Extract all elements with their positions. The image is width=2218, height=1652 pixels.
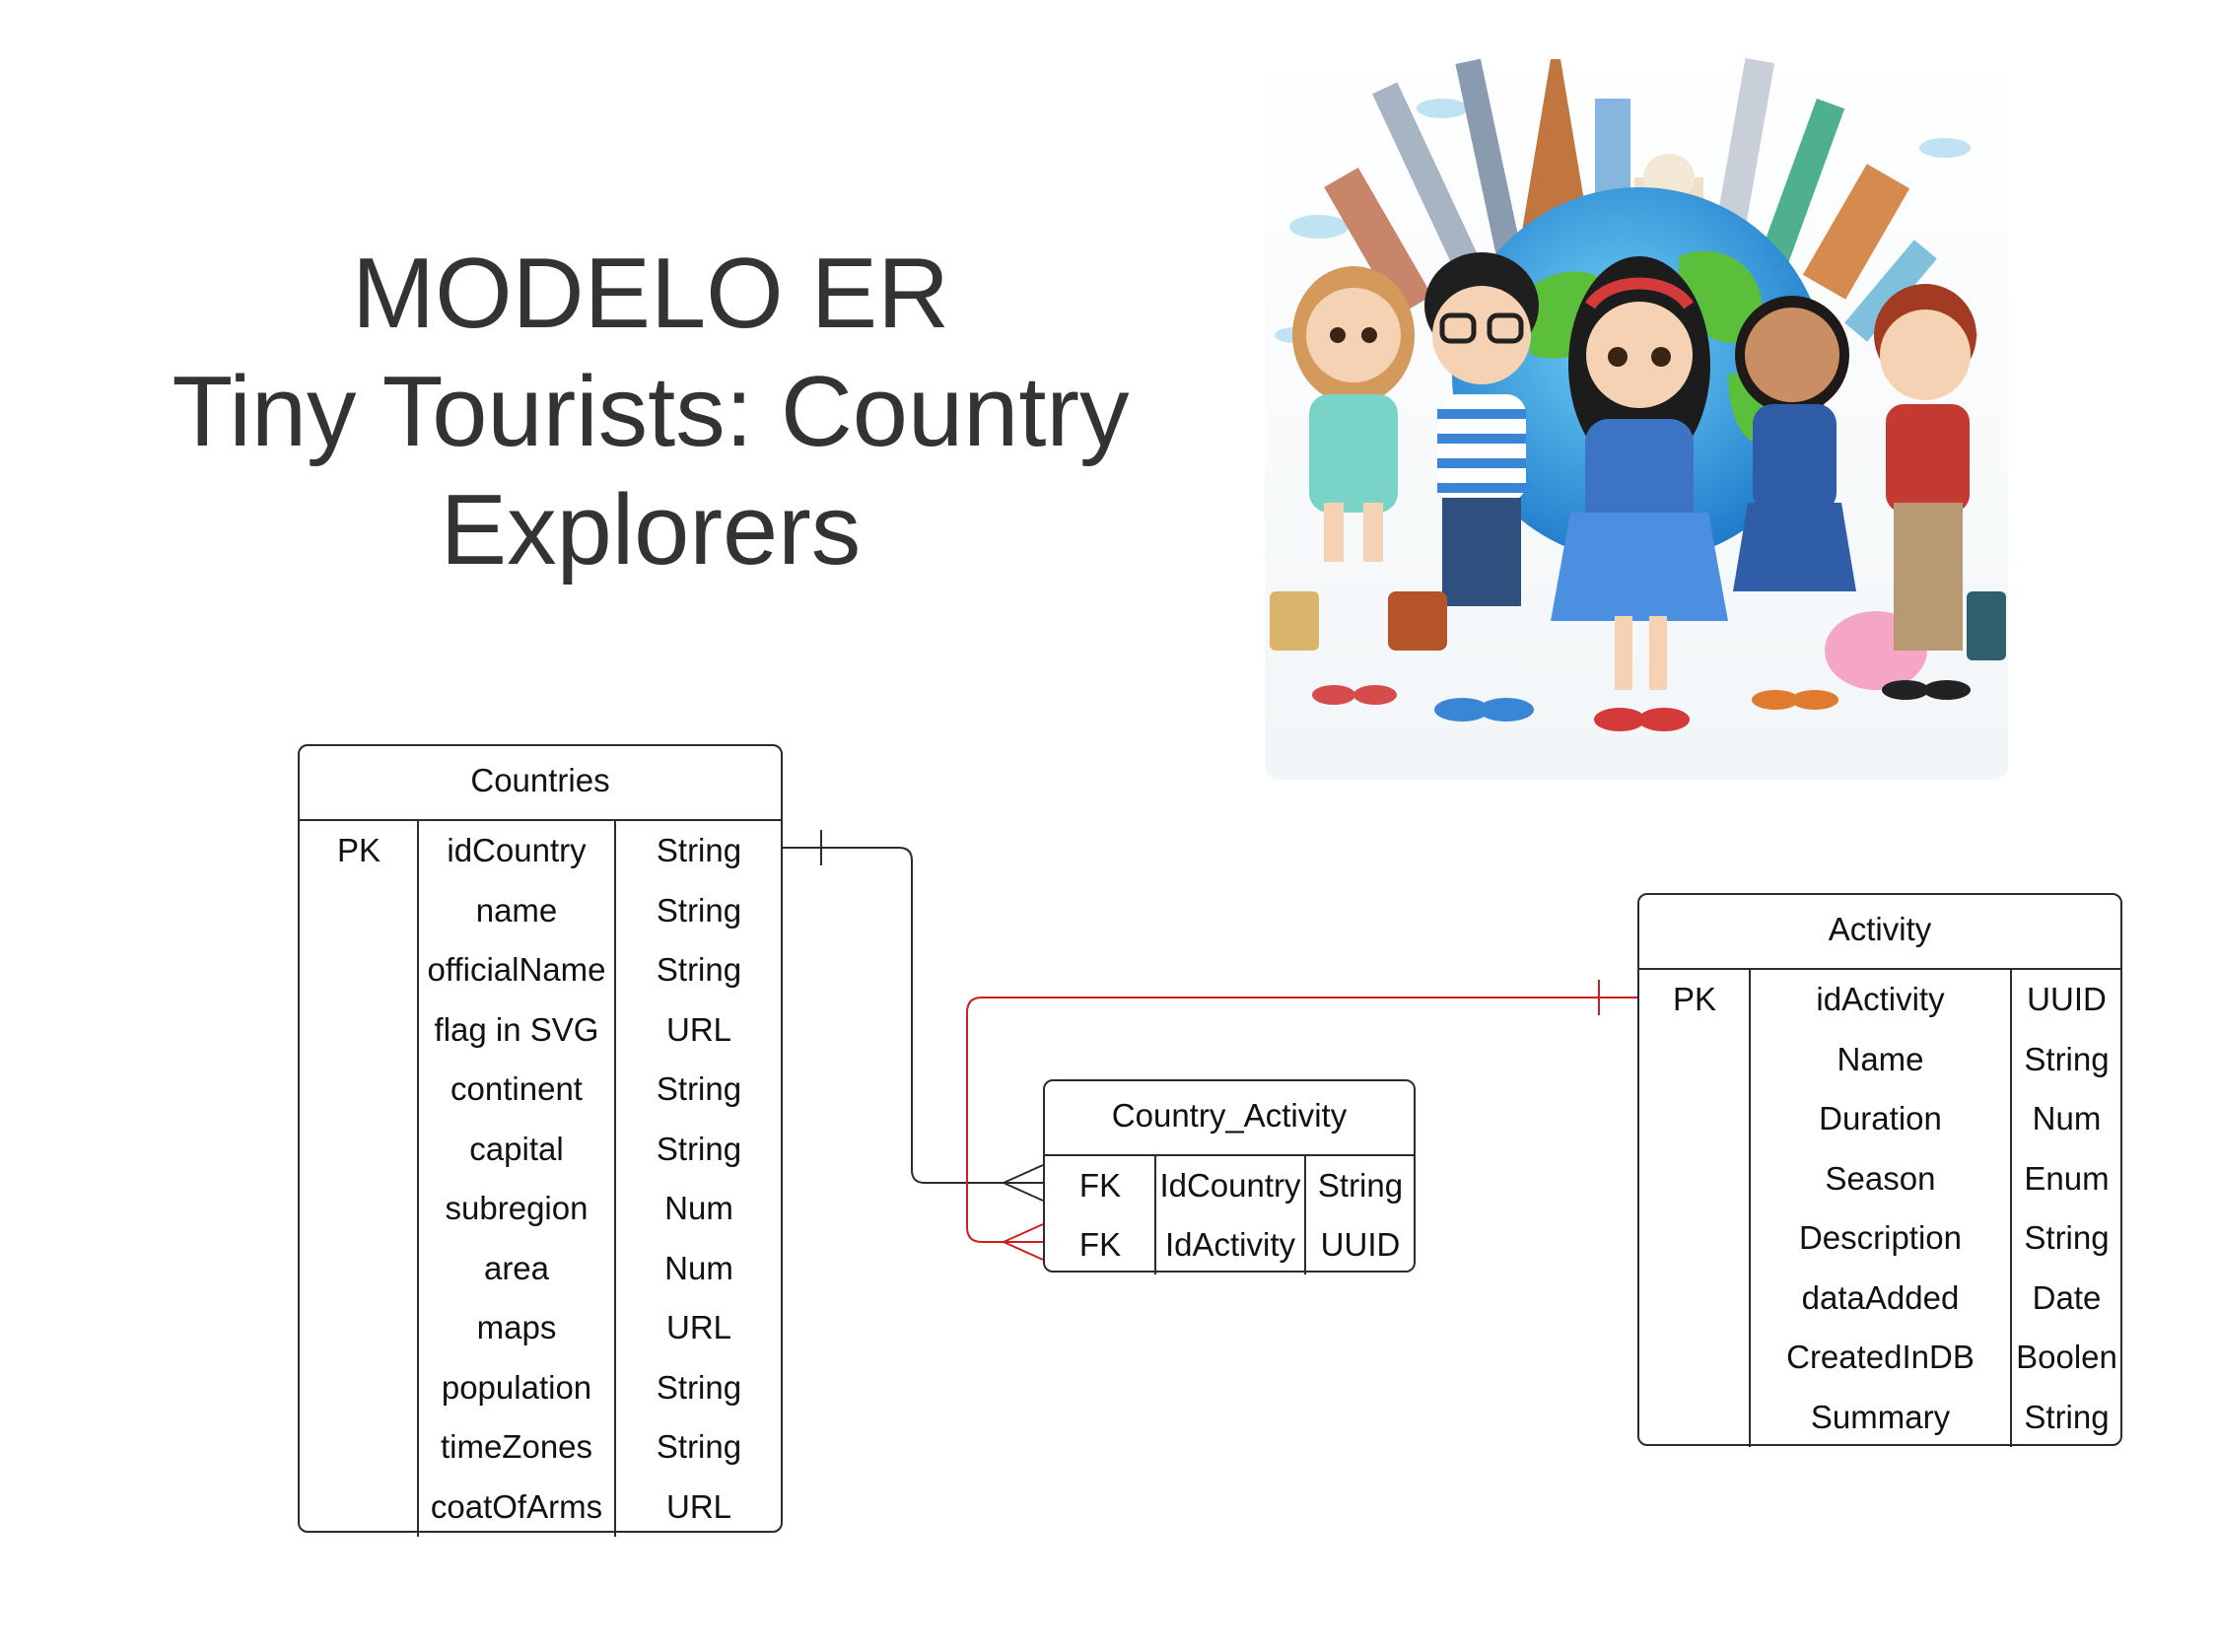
table-row: CreatedInDB Boolen <box>1639 1328 2120 1388</box>
table-row: coatOfArms URL <box>300 1478 781 1538</box>
table-row: flag in SVG URL <box>300 1000 781 1061</box>
field-cell: subregion <box>445 1190 589 1226</box>
type-cell: Boolen <box>2016 1339 2117 1375</box>
type-cell: String <box>656 1368 742 1406</box>
table-row: Name String <box>1639 1030 2120 1090</box>
field-cell: coatOfArms <box>430 1487 603 1525</box>
type-cell: URL <box>665 1010 732 1048</box>
field-cell: capital <box>469 1130 564 1167</box>
table-row: FK IdActivity UUID <box>1045 1215 1414 1274</box>
type-cell: String <box>656 832 742 868</box>
field-cell: continent <box>451 1070 583 1107</box>
field-cell: maps <box>476 1309 557 1345</box>
type-cell: Num <box>664 1249 733 1286</box>
table-countries-body: PK idCountry String name String official… <box>300 821 781 1537</box>
field-cell: Name <box>1837 1040 1924 1077</box>
table-row: timeZones String <box>300 1417 781 1478</box>
field-cell: flag in SVG <box>434 1010 599 1048</box>
type-cell: String <box>2024 1040 2110 1077</box>
table-row: FK IdCountry String <box>1045 1156 1414 1215</box>
table-country-activity-title: Country_Activity <box>1045 1081 1414 1156</box>
type-cell: URL <box>665 1309 732 1345</box>
type-cell: Num <box>2032 1100 2102 1136</box>
table-activity-body: PK idActivity UUID Name String Duration … <box>1639 970 2120 1447</box>
field-cell: IdActivity <box>1164 1226 1296 1263</box>
type-cell: String <box>656 1130 742 1167</box>
type-cell: String <box>2024 1398 2110 1435</box>
table-row: officialName String <box>300 940 781 1000</box>
relationship-country-to-country-activity <box>783 830 1044 1202</box>
table-row: dataAdded Date <box>1639 1269 2120 1329</box>
type-cell: String <box>656 951 742 988</box>
table-countries-title: Countries <box>300 746 781 821</box>
table-country-activity-body: FK IdCountry String FK IdActivity UUID <box>1045 1156 1414 1274</box>
type-cell: String <box>1317 1167 1404 1204</box>
table-row: area Num <box>300 1239 781 1299</box>
field-cell: officialName <box>427 951 606 988</box>
table-row: continent String <box>300 1060 781 1120</box>
table-row: PK idCountry String <box>300 821 781 881</box>
table-countries: Countries PK idCountry String name Strin… <box>298 744 783 1537</box>
field-cell: Summary <box>1810 1398 1951 1435</box>
field-cell: Season <box>1825 1159 1936 1197</box>
field-cell: idCountry <box>447 832 587 868</box>
type-cell: UUID <box>2027 981 2107 1017</box>
type-cell: Date <box>2032 1278 2102 1316</box>
table-activity: Activity PK idActivity UUID Name String … <box>1637 893 2122 1447</box>
table-row: name String <box>300 881 781 941</box>
type-cell: String <box>2024 1219 2110 1256</box>
field-cell: Description <box>1798 1219 1963 1256</box>
table-row: PK idActivity UUID <box>1639 970 2120 1030</box>
table-activity-title: Activity <box>1639 895 2120 970</box>
table-row: Description String <box>1639 1208 2120 1269</box>
field-cell: Duration <box>1819 1100 1942 1136</box>
table-row: Summary String <box>1639 1388 2120 1448</box>
field-cell: timeZones <box>440 1428 593 1465</box>
table-row: capital String <box>300 1120 781 1180</box>
field-cell: name <box>475 891 558 929</box>
type-cell: Num <box>664 1190 733 1226</box>
field-cell: area <box>483 1249 550 1286</box>
table-row: population String <box>300 1358 781 1418</box>
table-country-activity: Country_Activity FK IdCountry String FK … <box>1043 1079 1416 1274</box>
table-row: maps URL <box>300 1298 781 1358</box>
field-cell: dataAdded <box>1801 1278 1960 1316</box>
field-cell: CreatedInDB <box>1786 1339 1975 1375</box>
field-cell: population <box>441 1368 592 1406</box>
type-cell: UUID <box>1320 1226 1401 1263</box>
table-row: Duration Num <box>1639 1089 2120 1149</box>
key-cell: FK <box>1078 1226 1122 1263</box>
field-cell: IdCountry <box>1159 1167 1301 1204</box>
table-row: subregion Num <box>300 1179 781 1239</box>
key-cell: PK <box>336 832 381 868</box>
type-cell: String <box>656 1070 742 1107</box>
key-cell: PK <box>1672 981 1717 1017</box>
key-cell: FK <box>1078 1167 1122 1204</box>
type-cell: String <box>656 891 742 929</box>
table-row: Season Enum <box>1639 1149 2120 1209</box>
type-cell: URL <box>665 1487 732 1525</box>
type-cell: String <box>656 1428 742 1465</box>
field-cell: idActivity <box>1816 981 1945 1017</box>
type-cell: Enum <box>2024 1159 2110 1197</box>
